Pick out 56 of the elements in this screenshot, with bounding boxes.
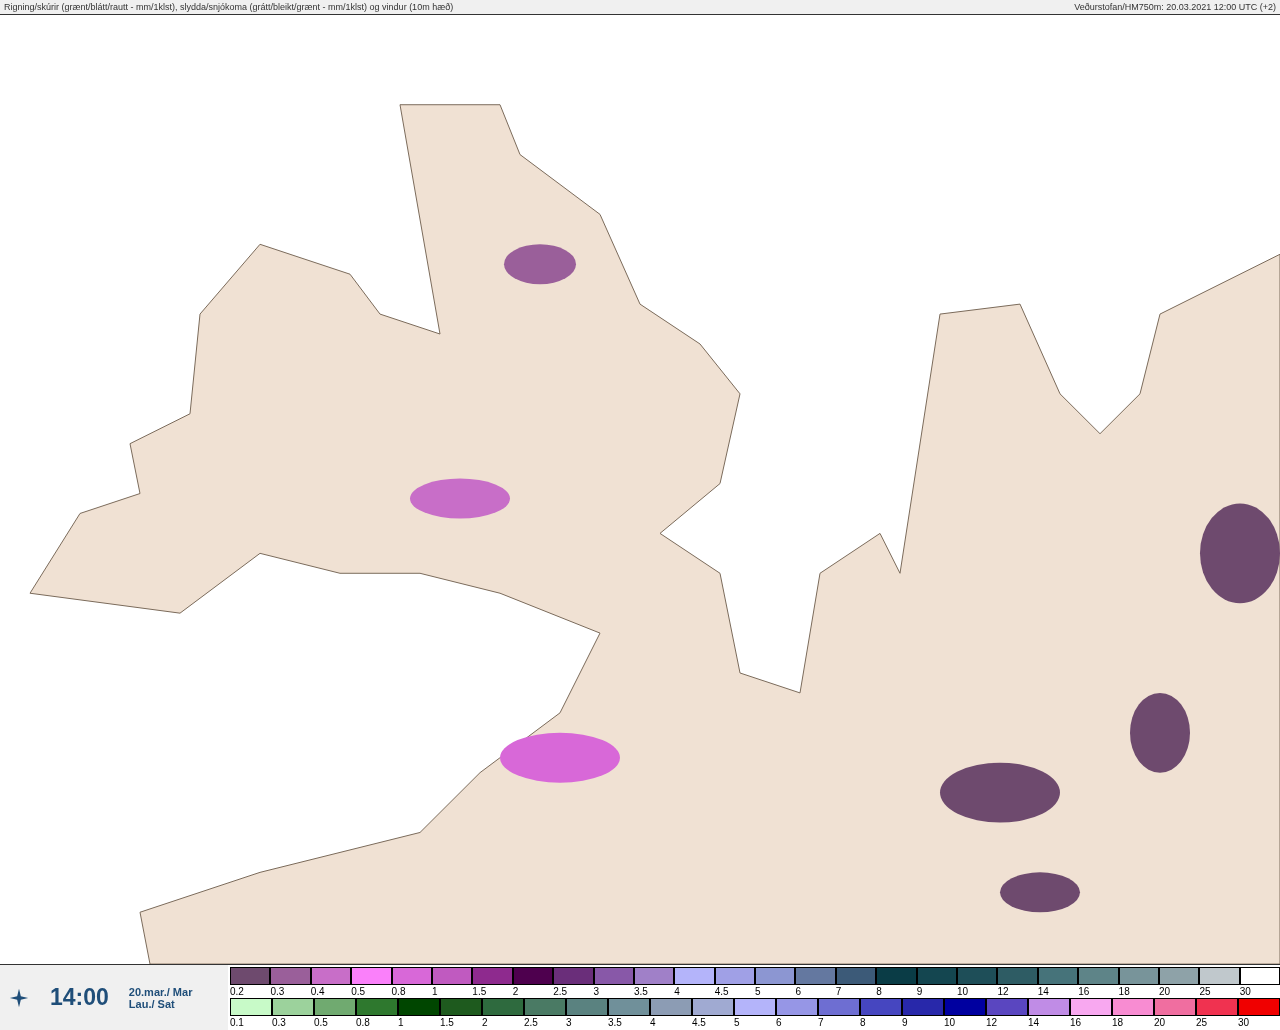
legend-label: 4.5 [692,1016,707,1030]
legend-label: 0.8 [391,985,407,999]
legend-label: 8 [876,985,883,999]
legend-label: 0.3 [272,1016,287,1030]
legend-label: 20 [1154,1016,1167,1030]
legend-label: 3.5 [633,985,649,999]
legend-label: 25 [1199,985,1212,999]
legend-label: 16 [1078,985,1091,999]
legend-label: 3 [593,985,601,999]
legend-label: 20 [1159,985,1172,999]
legend-label: 12 [986,1016,999,1030]
legend-label: 1 [431,985,439,999]
legend-label: 1.5 [440,1016,455,1030]
legend-label: 2.5 [553,985,569,999]
legend-label: 0.2 [230,985,245,999]
legend-label: 6 [795,985,803,999]
legend-label: 1 [398,1016,405,1030]
legend-label: 2 [482,1016,489,1030]
model-run-info: Veðurstofan/HM750m: 20.03.2021 12:00 UTC (+2) [1074,2,1276,12]
legend-label: 3.5 [608,1016,623,1030]
legend-label: 14 [1037,985,1050,999]
legend-label: 25 [1196,1016,1209,1030]
legend-label: 0.1 [230,1016,245,1030]
legend-label: 18 [1118,985,1131,999]
legend-label: 6 [776,1016,783,1030]
legend-label: 2.5 [524,1016,539,1030]
legend-label: 4 [650,1016,657,1030]
legend-label: 16 [1070,1016,1083,1030]
legend-label: 4.5 [714,985,730,999]
legend-label: 14 [1028,1016,1041,1030]
forecast-date: 20.mar./ Mar [128,985,193,998]
legend-label: 9 [902,1016,909,1030]
map-title: Rigning/skúrir (grænt/blátt/rautt - mm/1klst), slydda/snjókoma (grátt/bleikt/grænt - mm/1klst) og vindur (10m hæð) [4,2,454,12]
legend-label: 0.4 [310,985,326,999]
legend-label: 0.3 [270,985,286,999]
legend-label: 7 [818,1016,825,1030]
forecast-weekday: Lau./ Sat [128,997,176,1010]
legend-label: 5 [734,1016,741,1030]
legend-label: 30 [1239,985,1252,999]
forecast-time: 14:00 [50,984,109,1012]
legend-label: 9 [916,985,924,999]
legend-label: 8 [860,1016,867,1030]
legend-label: 10 [957,985,970,999]
legend-label: 7 [835,985,843,999]
legend-label: 12 [997,985,1010,999]
legend-label: 3 [566,1016,573,1030]
legend-label: 0.5 [314,1016,329,1030]
legend-label: 0.8 [356,1016,371,1030]
legend-label: 4 [674,985,681,999]
legend-label: 5 [755,985,762,999]
legend-label: 30 [1238,1016,1251,1030]
legend-label: 1.5 [472,985,488,999]
legend-label: 10 [944,1016,957,1030]
legend-label: 0.5 [351,985,367,999]
legend-label: 2 [512,985,520,999]
legend-label: 18 [1112,1016,1125,1030]
